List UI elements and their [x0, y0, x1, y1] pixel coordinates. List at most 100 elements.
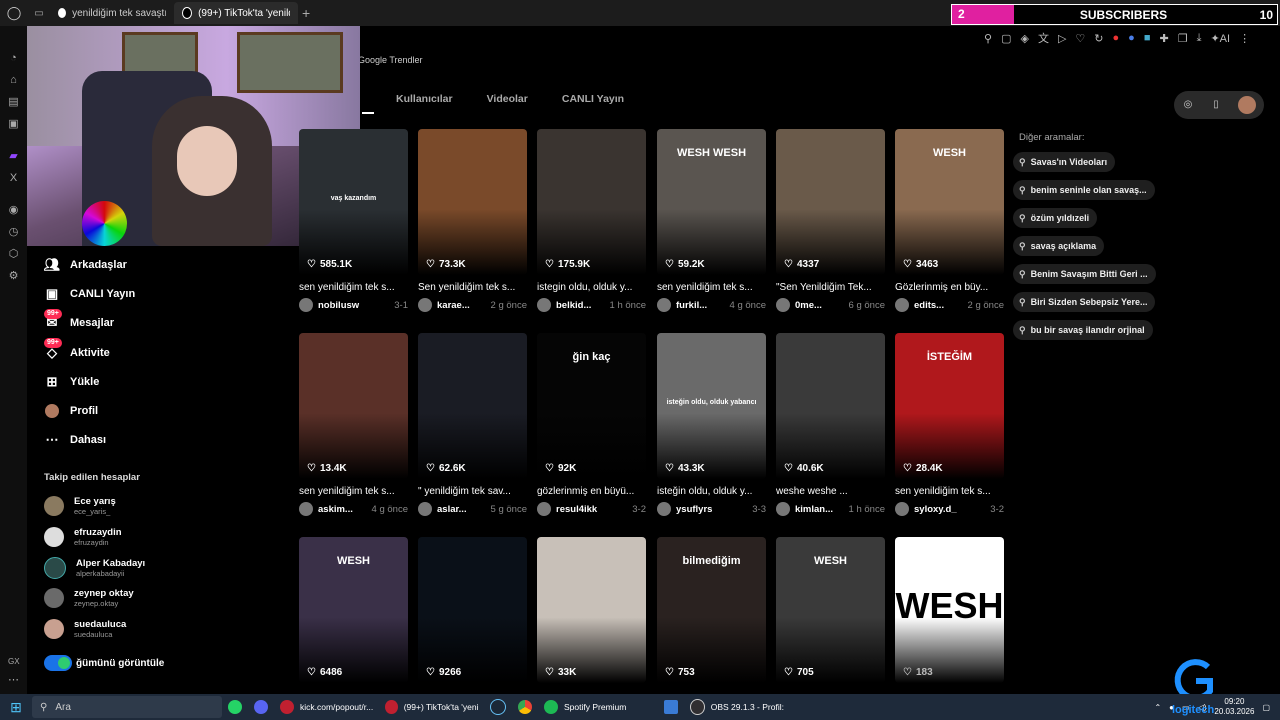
video-thumbnail[interactable]: ♡ 62.6K	[418, 333, 527, 479]
video-card[interactable]: WESH ♡ 705	[776, 537, 885, 683]
download-icon[interactable]: ⤓	[1197, 32, 1202, 45]
related-search-item[interactable]: ⚲ bu bir savaş ilanıdır orjinal	[1013, 320, 1153, 340]
creator-username[interactable]: aslar...	[437, 504, 467, 515]
extension-1-icon[interactable]: ●	[1128, 32, 1135, 44]
video-card[interactable]: WESH ♡ 3463 Gözlerinmiş en büy... edits... 2 …	[895, 129, 1004, 312]
speed-dial-icon[interactable]: ◔	[7, 52, 20, 65]
taskbar-spotify[interactable]: Spotify Premium	[538, 696, 658, 718]
video-thumbnail[interactable]: İSTEĞİM ♡ 28.4K	[895, 333, 1004, 479]
new-tab-icon[interactable]: +	[302, 5, 310, 21]
play-icon[interactable]: ▷	[1058, 32, 1066, 45]
video-title[interactable]: Sen yenildiğim tek s...	[418, 282, 527, 293]
clock[interactable]: 09:20 20.03.2026	[1214, 697, 1254, 717]
cube-icon[interactable]: ⬡	[7, 248, 20, 261]
nav-activity[interactable]: ◇ 99+ Aktivite	[44, 337, 284, 367]
extension-2-icon[interactable]: ■	[1144, 32, 1151, 44]
video-title[interactable]: Gözlerinmiş en büy...	[895, 282, 1004, 293]
creator-username[interactable]: ysuflyrs	[676, 504, 712, 515]
video-thumbnail[interactable]: ♡ 40.6K	[776, 333, 885, 479]
video-thumbnail[interactable]: ♡ 33K	[537, 537, 646, 683]
video-title[interactable]: " yenildiğim tek sav...	[418, 486, 527, 497]
video-card[interactable]: ♡ 73.3K Sen yenildiğim tek s... karae... 2 g…	[418, 129, 527, 312]
video-thumbnail[interactable]: bilmediğim ♡ 753	[657, 537, 766, 683]
related-search-item[interactable]: ⚲ Benim Savaşım Bitti Geri ...	[1013, 264, 1156, 284]
related-search-item[interactable]: ⚲ Biri Sizden Sebepsiz Yere...	[1013, 292, 1156, 312]
settings-icon[interactable]: ⚙	[7, 270, 20, 283]
chrome-icon[interactable]	[512, 696, 538, 718]
video-thumbnail[interactable]: ♡ 9266	[418, 537, 527, 683]
video-title[interactable]: sen yenildiğim tek s...	[299, 486, 408, 497]
x-icon[interactable]: X	[7, 172, 20, 185]
nav-live[interactable]: ▣ CANLI Yayın	[44, 279, 284, 308]
creator-username[interactable]: edits...	[914, 300, 944, 311]
app-icon[interactable]	[658, 696, 684, 718]
video-title[interactable]: sen yenildiğim tek s...	[657, 282, 766, 293]
video-card[interactable]: vaş kazandım ♡ 585.1K sen yenildiğim tek s.…	[299, 129, 408, 312]
user-avatar[interactable]	[1238, 96, 1256, 114]
video-thumbnail[interactable]: isteğin oldu, olduk yabancı ♡ 43.3K	[657, 333, 766, 479]
creator-username[interactable]: furkil...	[676, 300, 707, 311]
creator-avatar[interactable]	[776, 298, 790, 312]
video-title[interactable]: gözlerinmiş en büyü...	[537, 486, 646, 497]
video-card[interactable]: WESH ♡ 183	[895, 537, 1004, 683]
mail-icon[interactable]: ▣	[7, 118, 20, 131]
tab-users[interactable]: Kullanıcılar	[396, 93, 453, 105]
pin-icon[interactable]: ⚲	[984, 32, 992, 45]
related-search-item[interactable]: ⚲ Savas'ın Videoları	[1013, 152, 1116, 172]
following-account[interactable]: zeynep oktay zeynep.oktay	[44, 584, 264, 612]
extensions-icon[interactable]: ✚	[1159, 32, 1168, 45]
creator-avatar[interactable]	[776, 502, 790, 516]
tab-videos[interactable]: Videolar	[487, 93, 528, 105]
video-card[interactable]: WESH WESH ♡ 59.2K sen yenildiğim tek s... fu…	[657, 129, 766, 312]
nav-friends[interactable]: 👥︎ Arkadaşlar	[44, 250, 284, 279]
video-card[interactable]: isteğin oldu, olduk yabancı ♡ 43.3K isteğin…	[657, 333, 766, 516]
creator-avatar[interactable]	[895, 502, 909, 516]
creator-avatar[interactable]	[895, 298, 909, 312]
related-search-item[interactable]: ⚲ benim seninle olan savaş...	[1013, 180, 1155, 200]
creator-username[interactable]: belkid...	[556, 300, 591, 311]
video-thumbnail[interactable]: ğin kaç ♡ 92K	[537, 333, 646, 479]
messenger-icon[interactable]: ⌂	[7, 74, 20, 87]
creator-username[interactable]: 0me...	[795, 300, 822, 311]
video-card[interactable]: bilmediğim ♡ 753	[657, 537, 766, 683]
nav-upload[interactable]: ⊞ Yükle	[44, 367, 284, 396]
sync-icon[interactable]: ↻	[1094, 32, 1103, 45]
video-title[interactable]: sen yenildiğim tek s...	[895, 486, 1004, 497]
bookmark-google-trends[interactable]: Google Trendler	[358, 55, 423, 65]
video-thumbnail[interactable]: WESH ♡ 3463	[895, 129, 1004, 275]
video-thumbnail[interactable]: WESH ♡ 6486	[299, 537, 408, 683]
steam-icon[interactable]	[484, 696, 512, 718]
news-icon[interactable]: ▤	[7, 96, 20, 109]
ai-icon[interactable]: ✦AI	[1210, 32, 1230, 45]
nav-profile[interactable]: Profil	[44, 396, 284, 425]
video-card[interactable]: ♡ 9266	[418, 537, 527, 683]
creator-avatar[interactable]	[537, 502, 551, 516]
browser-tab-2[interactable]: (99+) TikTok'ta 'yenildiğim	[174, 2, 298, 24]
tab-live[interactable]: CANLI Yayın	[562, 93, 624, 105]
creator-username[interactable]: kimlan...	[795, 504, 833, 515]
nav-messages[interactable]: ✉ 99+ Mesajlar	[44, 308, 284, 338]
phone-icon[interactable]: ▯	[1210, 99, 1222, 111]
creator-avatar[interactable]	[537, 298, 551, 312]
copy-icon[interactable]: ❐	[1178, 32, 1188, 45]
creator-username[interactable]: nobilusw	[318, 300, 359, 311]
windows-start-icon[interactable]: ⊞	[0, 699, 32, 716]
video-card[interactable]: İSTEĞİM ♡ 28.4K sen yenildiğim tek s... sylo…	[895, 333, 1004, 516]
creator-avatar[interactable]	[657, 298, 671, 312]
more-dots-icon[interactable]: ⋯	[7, 674, 20, 687]
video-thumbnail[interactable]: ♡ 73.3K	[418, 129, 527, 275]
taskbar-tiktok[interactable]: (99+) TikTok'ta 'yeni...	[379, 696, 484, 718]
twitch-icon[interactable]: ▰	[7, 150, 20, 163]
video-thumbnail[interactable]: WESH WESH ♡ 59.2K	[657, 129, 766, 275]
browser-tab-1[interactable]: yenildiğim tek savaştın tikt	[50, 2, 174, 24]
video-title[interactable]: sen yenildiğim tek s...	[299, 282, 408, 293]
related-search-item[interactable]: ⚲ savaş açıklama	[1013, 236, 1105, 256]
tab-menu-icon[interactable]: ▭	[28, 8, 50, 19]
creator-avatar[interactable]	[657, 502, 671, 516]
discord-icon[interactable]	[248, 696, 274, 718]
following-account[interactable]: Alper Kabadayı alperkabadayii	[44, 554, 264, 582]
creator-avatar[interactable]	[418, 298, 432, 312]
heart-icon[interactable]: ♡	[1075, 32, 1085, 45]
menu-icon[interactable]: ⋮	[1239, 32, 1250, 45]
record-icon[interactable]: ●	[1113, 32, 1120, 44]
